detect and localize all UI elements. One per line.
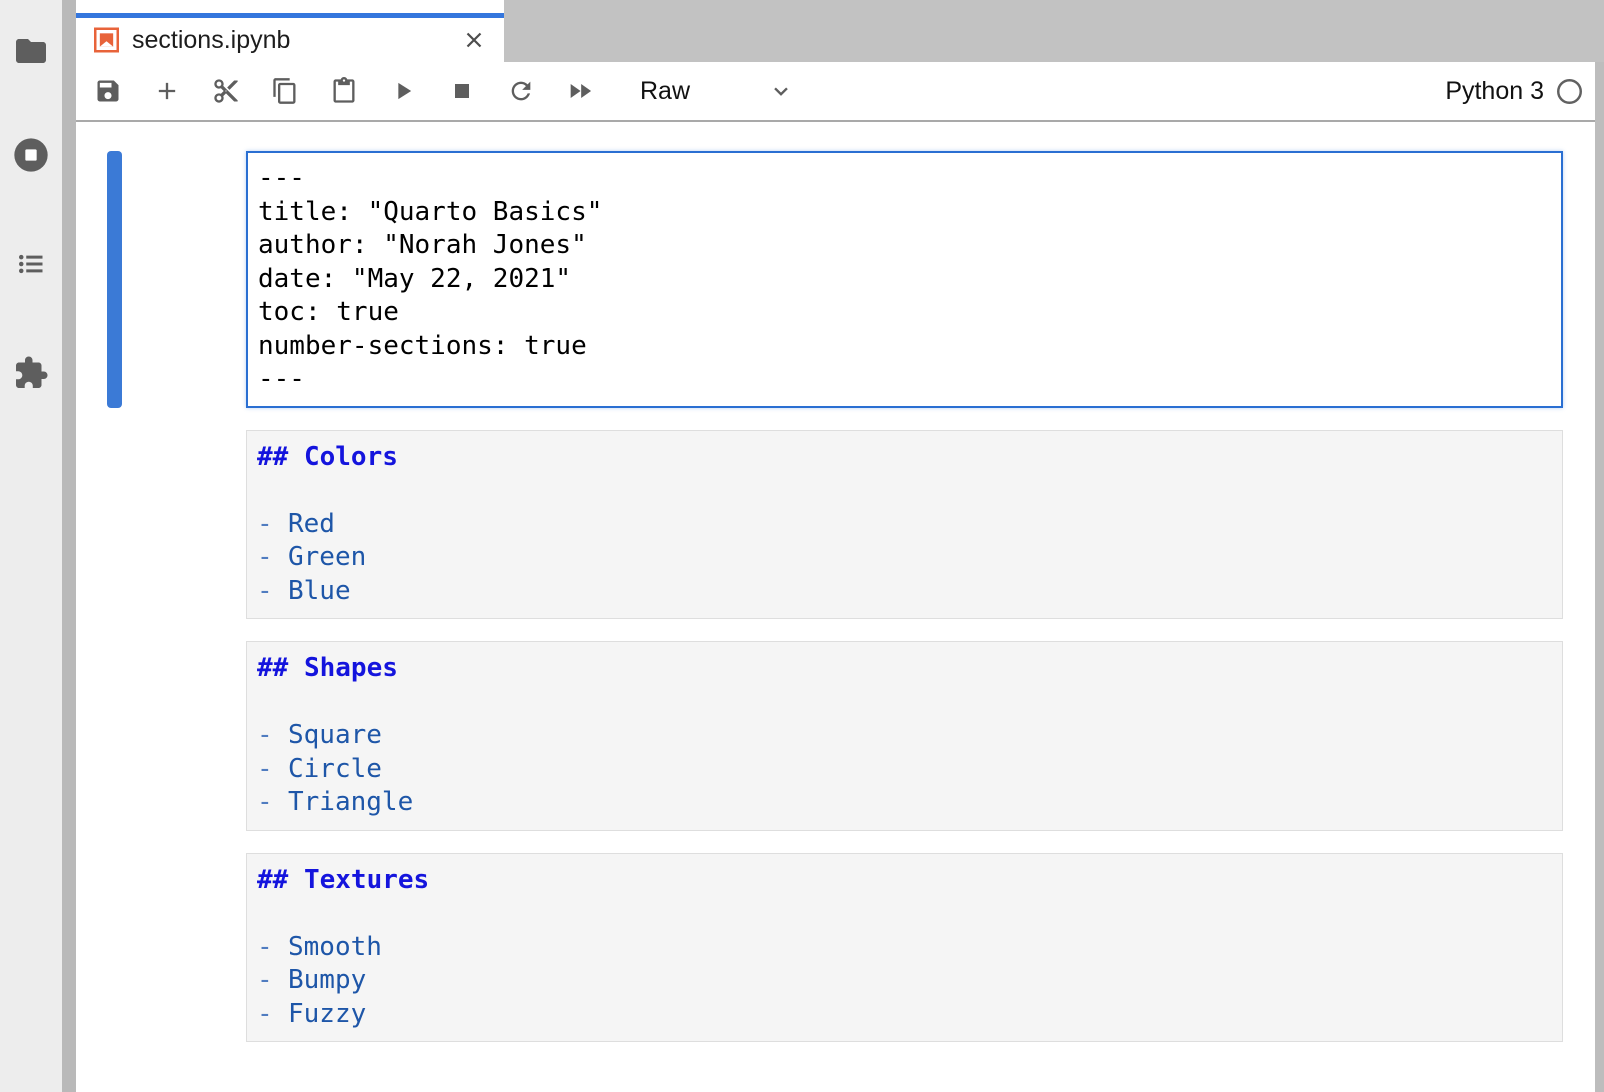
markdown-cell-textures[interactable]: ## Textures -Smooth -Bumpy -Fuzzy bbox=[246, 853, 1563, 1043]
clipboard-icon bbox=[330, 77, 358, 105]
notebook-file-icon bbox=[94, 27, 119, 53]
tab-bar-empty-area bbox=[504, 0, 1604, 62]
puzzle-icon bbox=[13, 355, 49, 391]
tab-sections-ipynb[interactable]: sections.ipynb bbox=[76, 13, 504, 62]
code-line: date: "May 22, 2021" bbox=[258, 263, 1551, 297]
cell-collapser-placeholder bbox=[107, 641, 122, 831]
list-marker: - bbox=[257, 575, 288, 609]
cell-collapser-placeholder bbox=[107, 430, 122, 620]
toolbar-icons bbox=[94, 77, 594, 105]
code-line: --- bbox=[258, 162, 1551, 196]
cut-cells-button[interactable] bbox=[212, 77, 240, 105]
cell-type-value: Raw bbox=[640, 77, 690, 106]
save-icon bbox=[94, 77, 122, 105]
markdown-cell-colors[interactable]: ## Colors -Red -Green -Blue bbox=[246, 430, 1563, 620]
sidebar-splitter[interactable] bbox=[62, 0, 76, 1092]
markdown-heading: ## Shapes bbox=[257, 652, 1552, 686]
list-item-text: Green bbox=[288, 542, 366, 572]
list-item-text: Smooth bbox=[288, 932, 382, 962]
kernel-indicator: Python 3 bbox=[1445, 77, 1583, 106]
list-item-text: Fuzzy bbox=[288, 999, 366, 1029]
markdown-heading: ## Textures bbox=[257, 864, 1552, 898]
code-line: number-sections: true bbox=[258, 330, 1551, 364]
list-item-text: Blue bbox=[288, 576, 351, 606]
chevron-down-icon bbox=[768, 78, 794, 104]
file-browser-icon[interactable] bbox=[13, 33, 49, 69]
cell-collapser-placeholder bbox=[107, 853, 122, 1043]
raw-cell-editor[interactable]: --- title: "Quarto Basics" author: "Nora… bbox=[246, 151, 1563, 408]
markdown-list-item: -Smooth bbox=[257, 931, 1552, 965]
list-item-text: Red bbox=[288, 509, 335, 539]
notebook-toolbar: Raw Python 3 bbox=[76, 62, 1604, 122]
restart-icon bbox=[507, 77, 535, 105]
cell-row-raw: --- title: "Quarto Basics" author: "Nora… bbox=[107, 151, 1604, 408]
cell-row-colors: ## Colors -Red -Green -Blue bbox=[107, 430, 1604, 620]
markdown-cell-shapes[interactable]: ## Shapes -Square -Circle -Triangle bbox=[246, 641, 1563, 831]
cell-type-dropdown[interactable]: Raw bbox=[640, 77, 794, 106]
markdown-list-item: -Blue bbox=[257, 575, 1552, 609]
list-marker: - bbox=[257, 998, 288, 1032]
running-sessions-icon[interactable] bbox=[11, 135, 51, 175]
list-item-text: Square bbox=[288, 720, 382, 750]
markdown-list-item: -Bumpy bbox=[257, 964, 1552, 998]
list-marker: - bbox=[257, 964, 288, 998]
restart-kernel-button[interactable] bbox=[507, 77, 535, 105]
markdown-list-item: -Circle bbox=[257, 753, 1552, 787]
tab-title: sections.ipynb bbox=[132, 26, 462, 55]
run-cell-button[interactable] bbox=[389, 77, 417, 105]
tab-bar: sections.ipynb bbox=[76, 0, 1604, 62]
markdown-list-item: -Square bbox=[257, 719, 1552, 753]
paste-cells-button[interactable] bbox=[330, 77, 358, 105]
code-line: author: "Norah Jones" bbox=[258, 229, 1551, 263]
close-icon bbox=[462, 28, 486, 52]
cell-collapser[interactable] bbox=[107, 151, 122, 408]
list-marker: - bbox=[257, 719, 288, 753]
interrupt-kernel-button[interactable] bbox=[448, 77, 476, 105]
plus-icon bbox=[153, 77, 181, 105]
list-item-text: Bumpy bbox=[288, 965, 366, 995]
save-button[interactable] bbox=[94, 77, 122, 105]
list-marker: - bbox=[257, 508, 288, 542]
scissors-icon bbox=[212, 77, 240, 105]
vertical-scrollbar[interactable] bbox=[1595, 62, 1604, 1092]
cell-row-textures: ## Textures -Smooth -Bumpy -Fuzzy bbox=[107, 853, 1604, 1043]
list-icon bbox=[16, 249, 46, 279]
tab-close-button[interactable] bbox=[462, 28, 486, 52]
stop-circle-icon bbox=[11, 135, 51, 175]
table-of-contents-icon[interactable] bbox=[16, 249, 46, 279]
markdown-list-item: -Triangle bbox=[257, 786, 1552, 820]
stop-icon bbox=[448, 77, 476, 105]
list-item-text: Triangle bbox=[288, 787, 413, 817]
blank-line bbox=[257, 897, 1552, 931]
markdown-list-item: -Fuzzy bbox=[257, 998, 1552, 1032]
cell-row-shapes: ## Shapes -Square -Circle -Triangle bbox=[107, 641, 1604, 831]
kernel-status-icon[interactable] bbox=[1556, 78, 1583, 105]
extension-manager-icon[interactable] bbox=[13, 355, 49, 391]
activity-bar bbox=[0, 0, 62, 1092]
markdown-list-item: -Red bbox=[257, 508, 1552, 542]
main-dock-panel: sections.ipynb bbox=[76, 0, 1604, 1092]
fast-forward-icon bbox=[566, 77, 594, 105]
code-line: title: "Quarto Basics" bbox=[258, 196, 1551, 230]
folder-icon bbox=[13, 33, 49, 69]
kernel-name[interactable]: Python 3 bbox=[1445, 77, 1544, 106]
insert-cell-button[interactable] bbox=[153, 77, 181, 105]
jupyterlab-window: sections.ipynb bbox=[0, 0, 1604, 1092]
blank-line bbox=[257, 686, 1552, 720]
list-marker: - bbox=[257, 786, 288, 820]
list-item-text: Circle bbox=[288, 754, 382, 784]
code-line: toc: true bbox=[258, 296, 1551, 330]
copy-cells-button[interactable] bbox=[271, 77, 299, 105]
markdown-heading: ## Colors bbox=[257, 441, 1552, 475]
notebook-content: --- title: "Quarto Basics" author: "Nora… bbox=[76, 122, 1604, 1092]
code-line: --- bbox=[258, 363, 1551, 397]
restart-run-all-button[interactable] bbox=[566, 77, 594, 105]
blank-line bbox=[257, 474, 1552, 508]
copy-icon bbox=[271, 77, 299, 105]
run-icon bbox=[389, 77, 417, 105]
list-marker: - bbox=[257, 753, 288, 787]
markdown-list-item: -Green bbox=[257, 541, 1552, 575]
list-marker: - bbox=[257, 931, 288, 965]
list-marker: - bbox=[257, 541, 288, 575]
